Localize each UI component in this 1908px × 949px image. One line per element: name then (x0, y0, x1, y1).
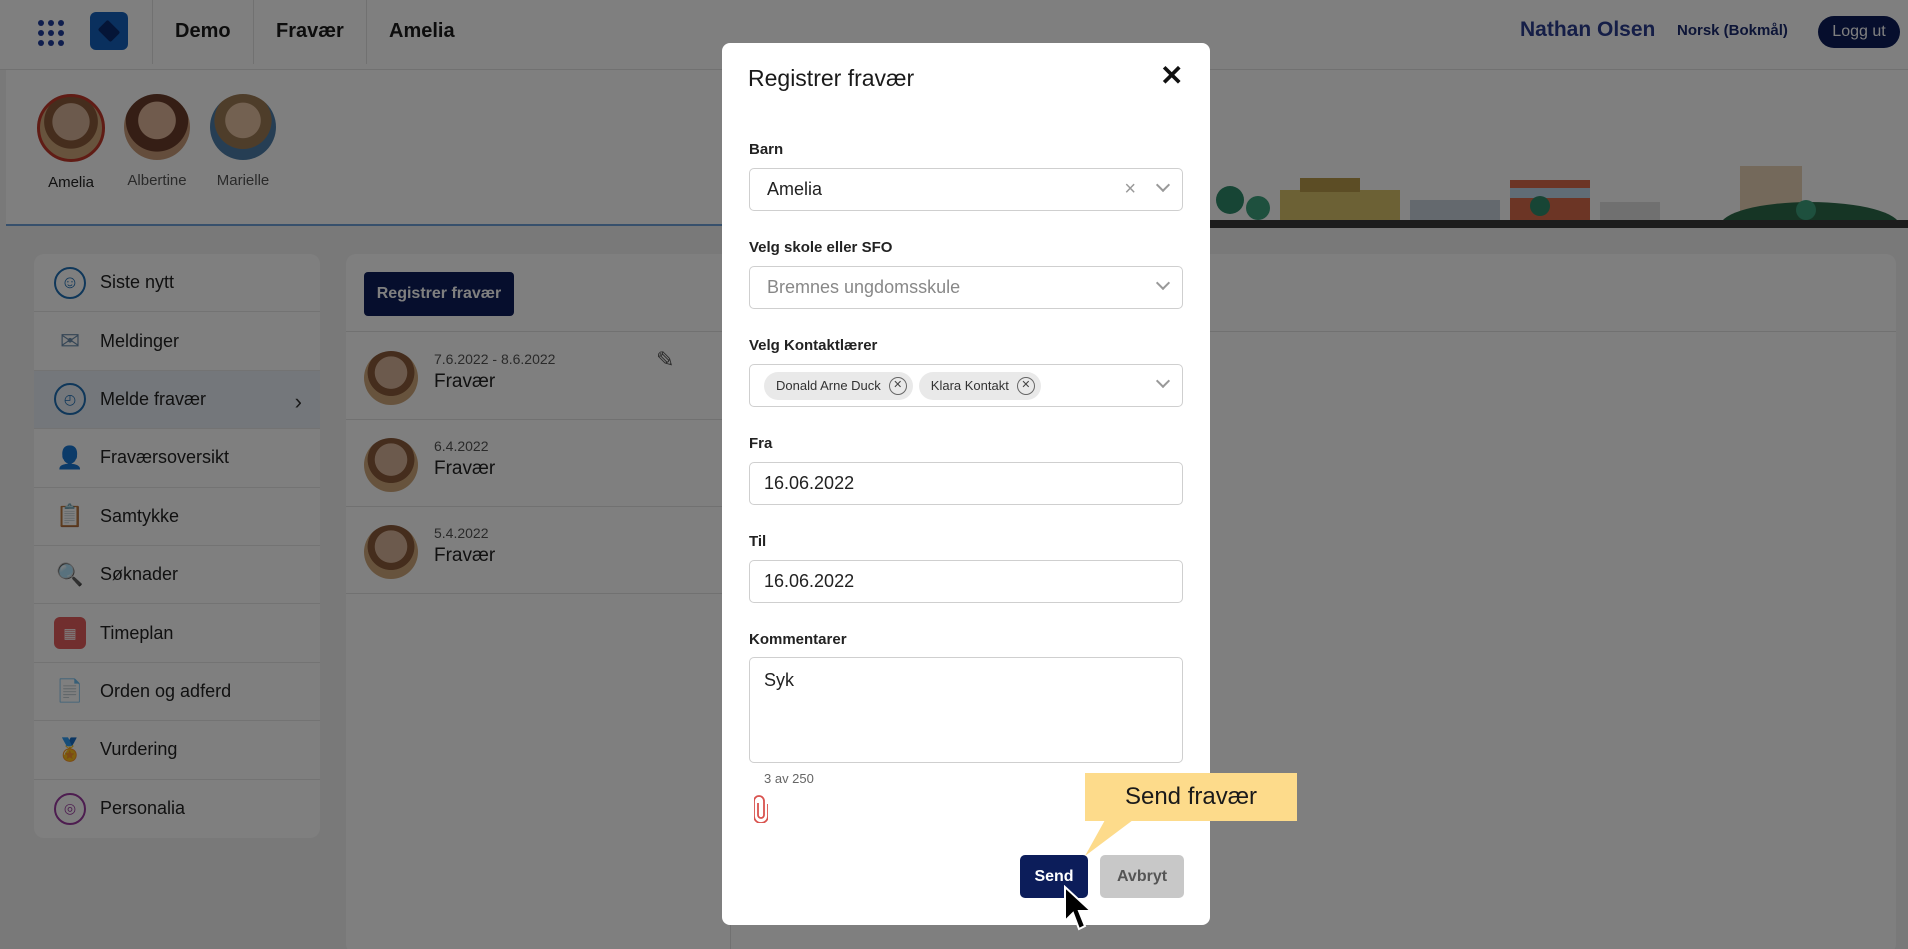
character-counter: 3 av 250 (764, 771, 814, 786)
to-date-input[interactable] (749, 560, 1183, 603)
from-date-input[interactable] (749, 462, 1183, 505)
child-select-value: Amelia (767, 179, 823, 199)
comment-field-label: Kommentarer (749, 631, 847, 648)
to-field-label: Til (749, 533, 767, 550)
comment-textarea[interactable]: Syk (749, 657, 1183, 763)
mouse-cursor-icon (1064, 885, 1093, 931)
dialog-title: Registrer fravær (748, 65, 915, 91)
teacher-chip: Klara Kontakt ✕ (918, 371, 1041, 400)
close-icon[interactable]: ✕ (1160, 59, 1183, 92)
chevron-down-icon (1155, 373, 1171, 389)
teacher-chip: Donald Arne Duck ✕ (764, 371, 913, 400)
tooltip-pointer (1085, 820, 1133, 856)
cancel-button[interactable]: Avbryt (1100, 855, 1184, 898)
paperclip-icon[interactable] (754, 795, 768, 823)
child-select[interactable]: Amelia × (749, 168, 1183, 211)
teacher-field-label: Velg Kontaktlærer (749, 337, 878, 354)
school-select-placeholder: Bremnes ungdomsskule (767, 277, 961, 297)
chevron-down-icon (1155, 275, 1171, 291)
teacher-chip-label: Donald Arne Duck (776, 378, 881, 393)
school-field-label: Velg skole eller SFO (749, 239, 893, 256)
teacher-multiselect[interactable]: Donald Arne Duck ✕ Klara Kontakt ✕ (749, 364, 1183, 407)
child-field-label: Barn (749, 141, 784, 158)
teacher-chip-label: Klara Kontakt (930, 378, 1009, 393)
school-select[interactable]: Bremnes ungdomsskule (749, 266, 1183, 309)
send-tooltip-callout: Send fravær (1085, 773, 1297, 821)
clear-icon[interactable]: × (1124, 178, 1136, 201)
chevron-down-icon (1155, 177, 1171, 193)
remove-chip-icon[interactable]: ✕ (888, 376, 907, 395)
remove-chip-icon[interactable]: ✕ (1016, 376, 1035, 395)
from-field-label: Fra (749, 435, 773, 452)
